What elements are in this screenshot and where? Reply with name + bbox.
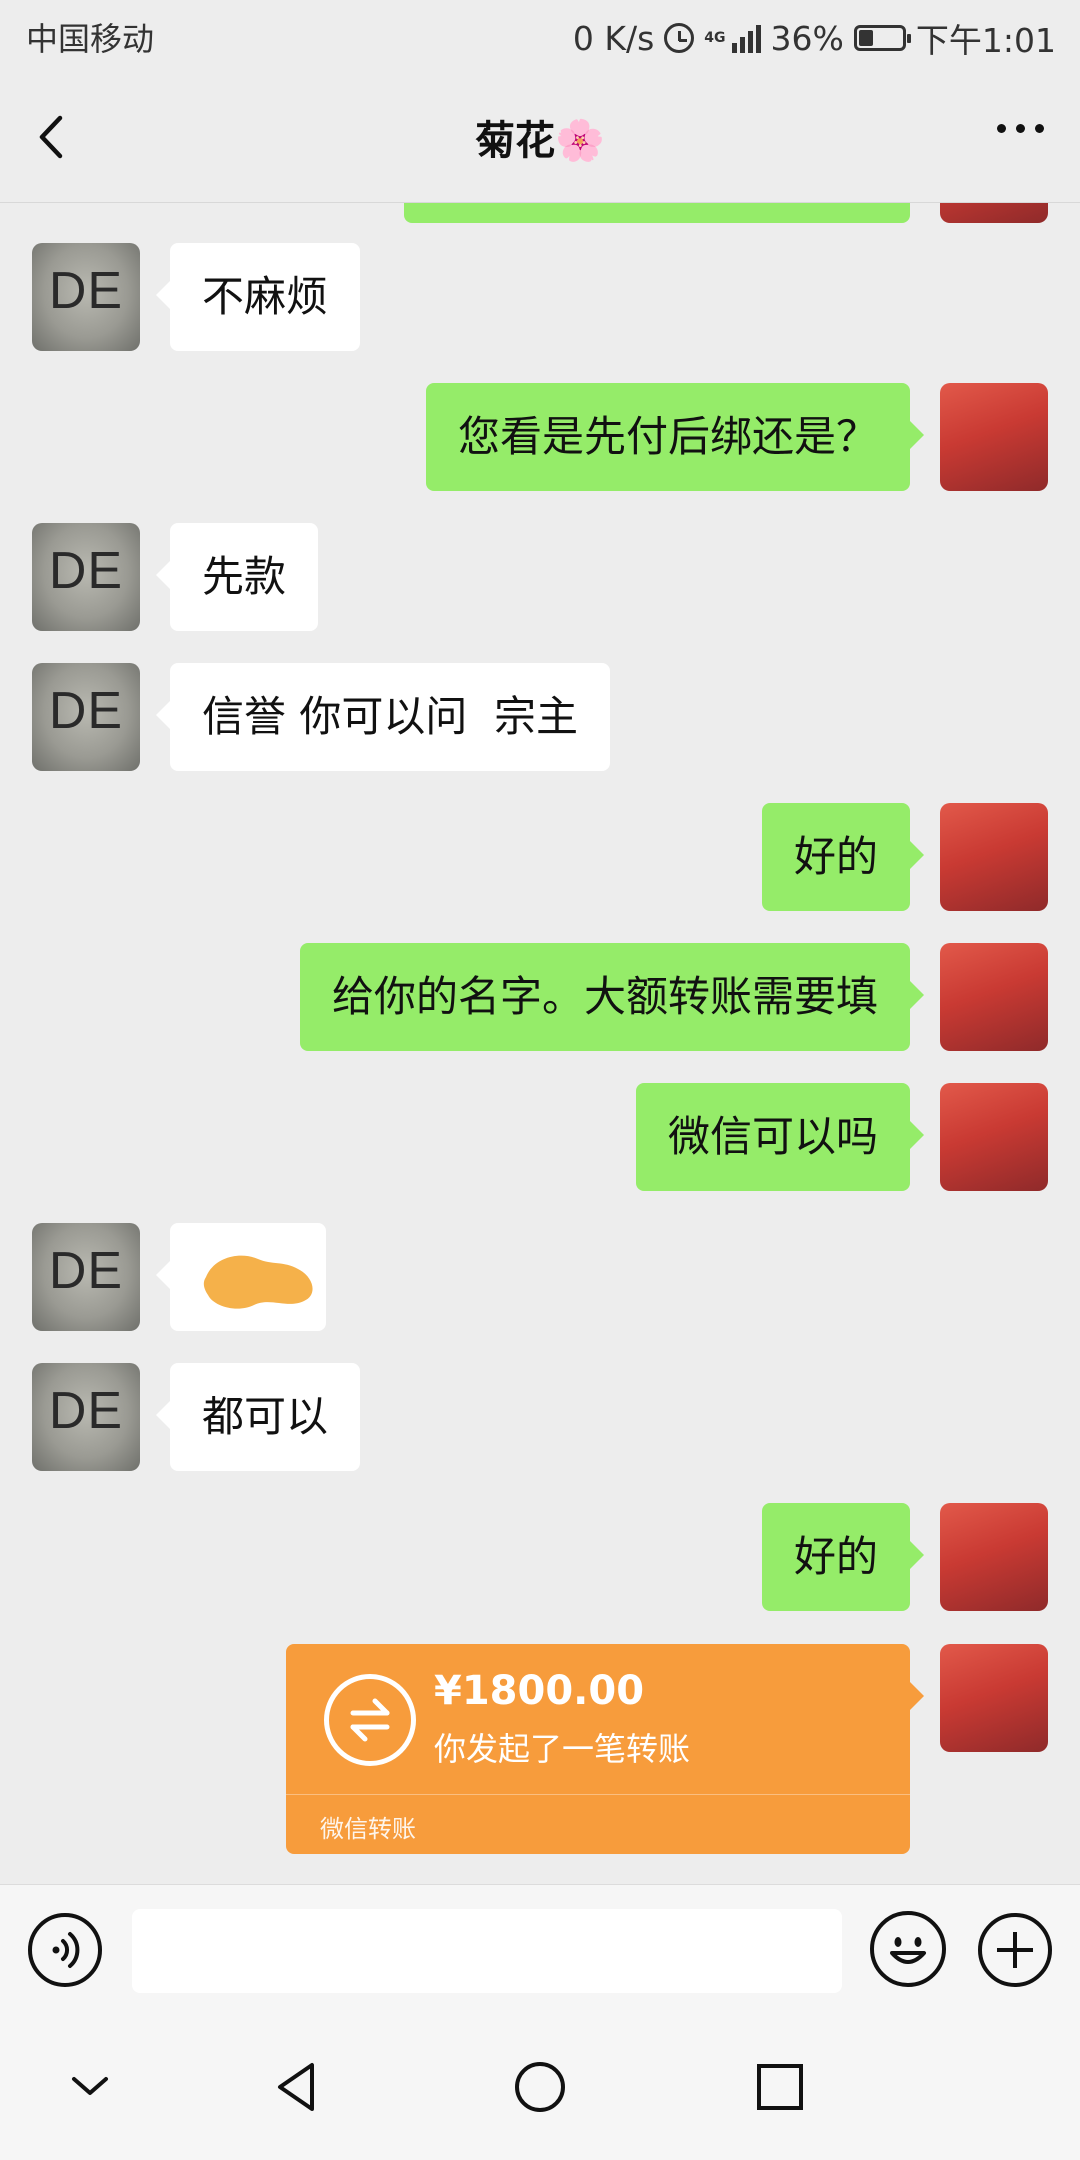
contact-avatar[interactable]: DE [32,243,140,351]
battery-icon [853,25,911,51]
message-row: 好的 [0,803,1080,911]
message-row: 您看是先付后绑还是？ [0,383,1080,491]
message-bubble[interactable]: 好的 [761,1503,925,1611]
message-bubble[interactable]: 都可以 [155,1363,361,1471]
my-avatar[interactable] [940,803,1048,911]
message-row: DE 都可以 [0,1363,1080,1471]
transfer-amount: ¥1800.00 [434,1668,645,1714]
message-row: DE [0,1223,1080,1331]
message-bubble[interactable]: 信誉 你可以问 宗主 [155,663,611,771]
emoji-icon[interactable] [870,1911,946,1987]
my-avatar[interactable] [940,383,1048,491]
network-speed: 0 K/s [572,18,655,58]
carrier-label: 中国移动 [26,20,155,58]
plus-icon[interactable] [978,1913,1052,1987]
nav-back-icon[interactable] [268,2055,332,2119]
battery-percent: 36% [770,18,844,58]
status-bar: 中国移动 0 K/s 4G 36% 下午1:01 [0,0,1080,72]
message-bubble[interactable]: 微信可以吗 [635,1083,925,1191]
redaction-mark [203,1255,313,1309]
message-list[interactable]: DE 不麻烦 您看是先付后绑还是？ DE 先款 DE 信誉 你可以问 宗主 好的… [0,203,1080,1883]
system-nav-bar [0,2015,1080,2160]
nav-recents-icon[interactable] [748,2055,812,2119]
alarm-icon [664,23,695,53]
more-options-icon[interactable] [997,124,1044,133]
my-avatar[interactable] [940,1083,1048,1191]
my-avatar[interactable] [940,203,1048,223]
transfer-icon [324,1674,416,1766]
my-avatar[interactable] [940,1644,1048,1752]
redacted-message-bubble[interactable] [156,1223,326,1331]
signal-icon [731,23,761,53]
message-bubble[interactable]: 不麻烦 [155,243,361,351]
transfer-footer: 微信转账 [320,1815,416,1843]
partial-message[interactable] [404,203,910,223]
message-input[interactable] [132,1909,842,1993]
nav-hide-icon[interactable] [58,2055,122,2119]
my-avatar[interactable] [940,943,1048,1051]
message-bubble[interactable]: 好的 [761,803,925,911]
message-row: DE 信誉 你可以问 宗主 [0,663,1080,771]
chat-title: 菊花🌸 [475,118,605,164]
clock: 下午1:01 [915,21,1056,60]
contact-avatar[interactable]: DE [32,663,140,771]
contact-avatar[interactable]: DE [32,1363,140,1471]
voice-icon[interactable] [28,1913,102,1987]
message-bubble[interactable]: 您看是先付后绑还是？ [425,383,925,491]
message-bubble[interactable]: 给你的名字。大额转账需要填 [299,943,925,1051]
input-bar [0,1884,1080,2015]
chat-header: 菊花🌸 [0,72,1080,203]
my-avatar[interactable] [940,1503,1048,1611]
message-row: 好的 [0,1503,1080,1611]
transfer-description: 你发起了一笔转账 [434,1730,691,1768]
status-right: 0 K/s 4G 36% 下午1:01 [573,14,1056,62]
message-row: 给你的名字。大额转账需要填 [0,943,1080,1051]
transfer-divider [286,1794,910,1795]
message-row: 微信可以吗 [0,1083,1080,1191]
message-row: DE 先款 [0,523,1080,631]
message-bubble[interactable]: 先款 [155,523,319,631]
transfer-card[interactable]: ¥1800.00 你发起了一笔转账 微信转账 [286,1644,924,1854]
message-row: DE 不麻烦 [0,243,1080,351]
nav-home-icon[interactable] [508,2055,572,2119]
contact-avatar[interactable]: DE [32,523,140,631]
network-type: 4G [704,30,726,46]
contact-avatar[interactable]: DE [32,1223,140,1331]
